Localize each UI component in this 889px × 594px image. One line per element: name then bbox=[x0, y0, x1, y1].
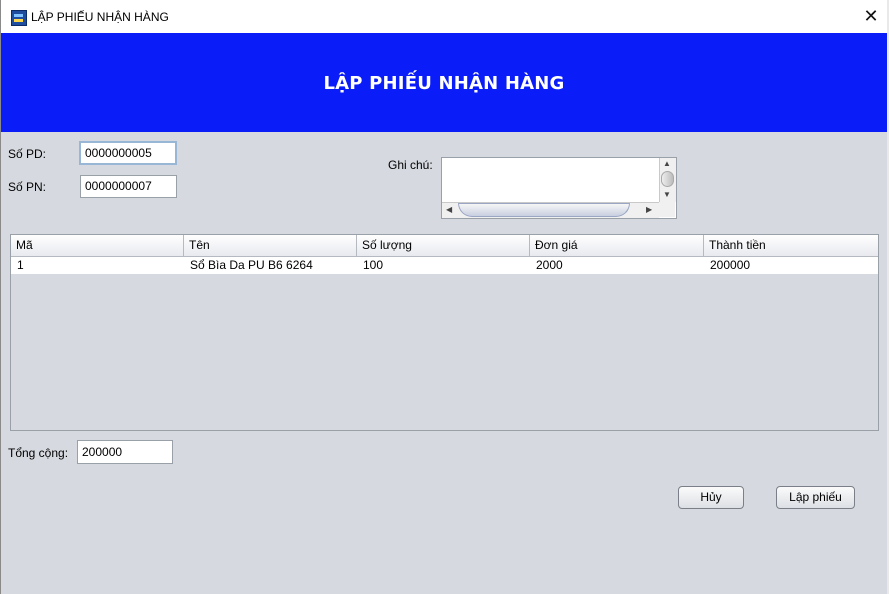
column-header-ma[interactable]: Mã bbox=[11, 235, 184, 256]
column-header-don-gia[interactable]: Đơn giá bbox=[530, 235, 704, 256]
tong-cong-label: Tổng cộng: bbox=[8, 446, 69, 460]
vertical-scrollbar[interactable]: ▲ ▼ bbox=[659, 158, 676, 202]
horizontal-scrollbar[interactable]: ◀ ▶ bbox=[442, 202, 659, 218]
horizontal-scroll-thumb[interactable] bbox=[458, 203, 630, 217]
scroll-down-icon[interactable]: ▼ bbox=[663, 190, 671, 199]
table-row[interactable]: 1 Sổ Bìa Da PU B6 6264 100 2000 200000 bbox=[11, 257, 878, 274]
vertical-scroll-thumb[interactable] bbox=[661, 171, 674, 187]
ghi-chu-scrollpane: ▲ ▼ ◀ ▶ bbox=[441, 157, 677, 219]
ghi-chu-label: Ghi chú: bbox=[388, 158, 433, 172]
so-pn-label: Số PN: bbox=[8, 180, 47, 194]
cancel-button[interactable]: Hủy bbox=[678, 486, 744, 509]
so-pn-field[interactable]: 0000000007 bbox=[80, 175, 177, 198]
ghi-chu-textarea[interactable] bbox=[442, 158, 659, 202]
close-icon[interactable]: ✕ bbox=[857, 3, 885, 30]
scroll-left-icon[interactable]: ◀ bbox=[446, 205, 452, 214]
so-pd-label: Số PD: bbox=[8, 147, 47, 161]
cell-don-gia[interactable]: 2000 bbox=[530, 257, 704, 274]
column-header-so-luong[interactable]: Số lượng bbox=[357, 235, 530, 256]
cell-ten[interactable]: Sổ Bìa Da PU B6 6264 bbox=[184, 257, 357, 274]
cell-so-luong[interactable]: 100 bbox=[357, 257, 530, 274]
window-title: LẬP PHIẾU NHẬN HÀNG bbox=[31, 10, 169, 24]
scroll-up-icon[interactable]: ▲ bbox=[663, 159, 671, 168]
title-bar: LẬP PHIẾU NHẬN HÀNG ✕ bbox=[1, 0, 887, 33]
cell-thanh-tien[interactable]: 200000 bbox=[704, 257, 878, 274]
header-banner: LẬP PHIẾU NHẬN HÀNG bbox=[1, 33, 887, 132]
scroll-corner bbox=[659, 202, 675, 217]
column-header-ten[interactable]: Tên bbox=[184, 235, 357, 256]
form-panel: Số PD: 0000000005 Số PN: 0000000007 Ghi … bbox=[1, 132, 887, 594]
tong-cong-field[interactable]: 200000 bbox=[77, 440, 173, 464]
so-pd-field[interactable]: 0000000005 bbox=[79, 141, 177, 165]
scroll-right-icon[interactable]: ▶ bbox=[646, 205, 652, 214]
table-header: Mã Tên Số lượng Đơn giá Thành tiền bbox=[11, 235, 878, 257]
cell-ma[interactable]: 1 bbox=[11, 257, 184, 274]
items-table: Mã Tên Số lượng Đơn giá Thành tiền 1 Sổ … bbox=[10, 234, 879, 431]
column-header-thanh-tien[interactable]: Thành tiền bbox=[704, 235, 878, 256]
create-receipt-button[interactable]: Lập phiếu bbox=[776, 486, 855, 509]
page-title: LẬP PHIẾU NHẬN HÀNG bbox=[323, 73, 565, 94]
app-icon bbox=[11, 10, 27, 26]
